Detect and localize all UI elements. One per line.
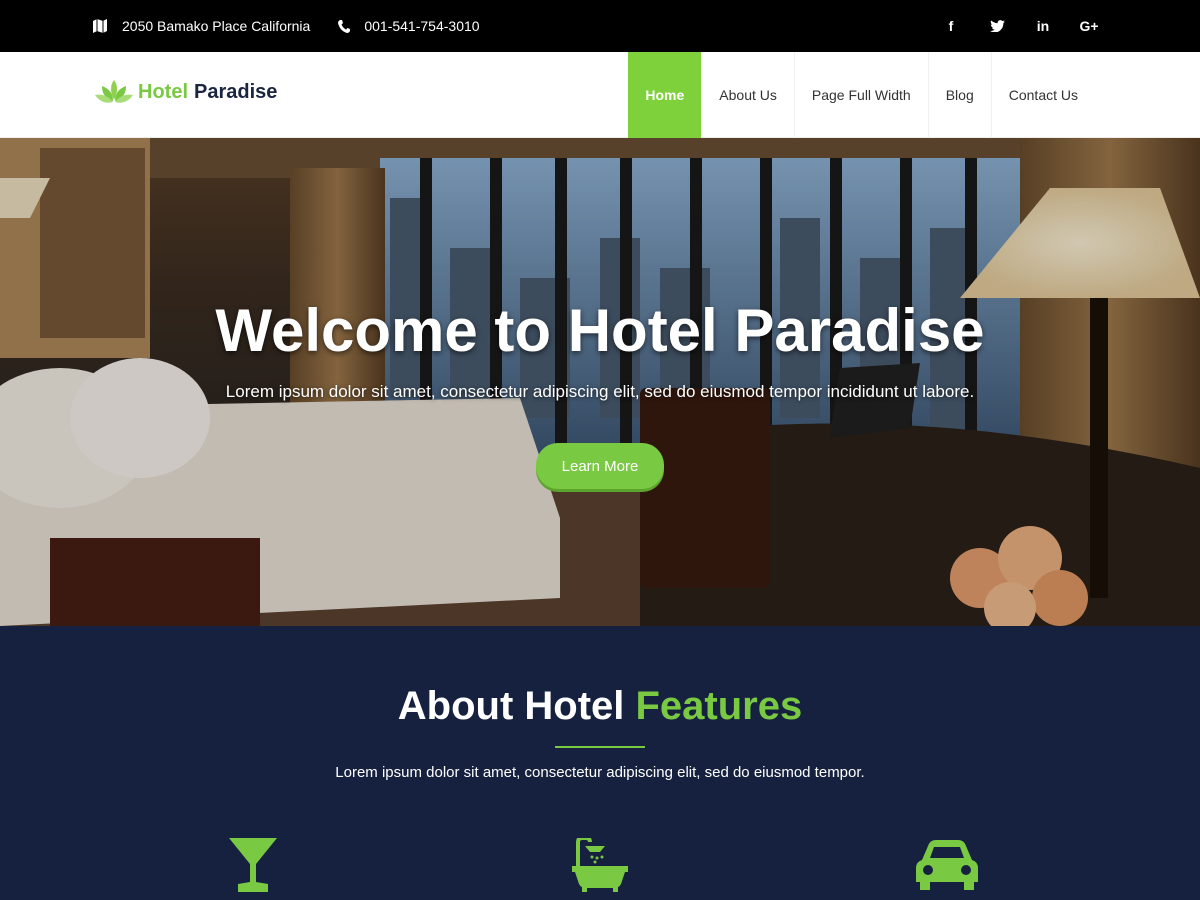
phone-item: 001-541-754-3010 [338,18,480,34]
phone-text: 001-541-754-3010 [364,18,480,34]
nav-blog[interactable]: Blog [927,52,991,138]
car-icon [916,840,978,890]
linkedin-icon[interactable]: in [1020,18,1066,34]
phone-icon [338,19,351,33]
site-header: Hotel Paradise Home About Us Page Full W… [0,52,1200,138]
about-title: About Hotel Features [0,684,1200,729]
title-divider [555,746,645,748]
google-plus-icon[interactable]: G+ [1066,18,1112,34]
site-logo[interactable]: Hotel Paradise [94,78,277,106]
lotus-icon [95,80,133,103]
nav-about-us[interactable]: About Us [701,52,794,138]
logo-text-hotel: Hotel [138,80,188,103]
map-icon [93,19,107,33]
main-nav: Home About Us Page Full Width Blog Conta… [628,52,1095,138]
contact-info: 2050 Bamako Place California 001-541-754… [92,0,508,52]
top-bar: 2050 Bamako Place California 001-541-754… [0,0,1200,52]
facebook-icon[interactable]: f [928,18,974,34]
nav-page-full-width[interactable]: Page Full Width [793,52,928,138]
bathtub-icon [572,838,628,892]
nav-home[interactable]: Home [628,52,702,138]
learn-more-button[interactable]: Learn More [536,443,664,489]
hero-title: Welcome to Hotel Paradise [215,297,985,364]
about-title-part2: Features [635,684,803,728]
hero-subtitle: Lorem ipsum dolor sit amet, consectetur … [225,382,975,401]
logo-text-paradise: Paradise [194,80,278,103]
address-text: 2050 Bamako Place California [122,18,311,34]
twitter-icon[interactable] [974,20,1020,32]
address-item: 2050 Bamako Place California [92,18,310,34]
about-section: About Hotel Features Lorem ipsum dolor s… [0,626,1200,900]
hero-section: Welcome to Hotel Paradise Lorem ipsum do… [0,138,1200,626]
nav-contact-us[interactable]: Contact Us [990,52,1095,138]
cocktail-icon [229,838,277,892]
about-text: Lorem ipsum dolor sit amet, consectetur … [335,764,865,781]
about-title-part1: About Hotel [397,684,625,728]
social-links: f in G+ [928,0,1112,52]
